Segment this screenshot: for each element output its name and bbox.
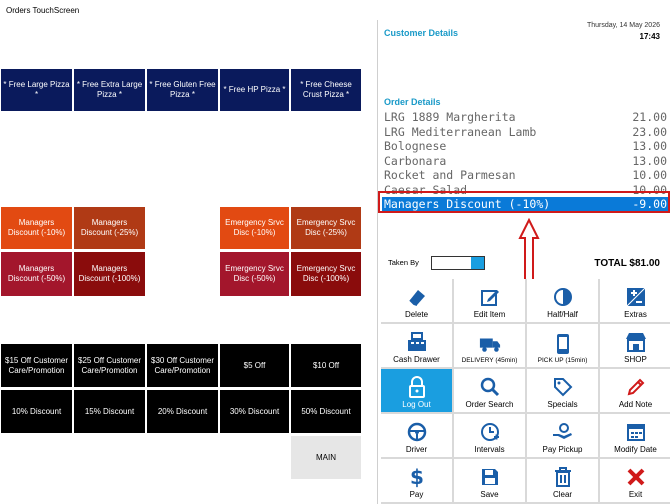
delivery-button[interactable]: DELIVERY (45min) (454, 324, 525, 367)
eraser-icon (406, 286, 428, 308)
cash-register-icon (406, 331, 428, 353)
10-percent-discount-button[interactable]: 10% Discount (0, 389, 73, 434)
free-large-pizza-button[interactable]: * Free Large Pizza * (0, 68, 73, 112)
25-off-button[interactable]: $25 Off Customer Care/Promotion (73, 343, 146, 388)
free-extra-large-pizza-button[interactable]: * Free Extra Large Pizza * (73, 68, 146, 112)
left-panel: * Free Large Pizza * * Free Extra Large … (0, 20, 375, 504)
customer-details-title: Customer Details (384, 28, 459, 38)
phone-icon (552, 333, 574, 355)
pay-pickup-button[interactable]: Pay Pickup (527, 414, 598, 457)
managers-discount-25-button[interactable]: Managers Discount (-25%) (73, 206, 146, 250)
order-row[interactable]: LRG 1889 Margherita 21.00 (382, 110, 669, 125)
50-percent-discount-button[interactable]: 50% Discount (290, 389, 362, 434)
order-row[interactable]: LRG Mediterranean Lamb 23.00 (382, 125, 669, 140)
managers-discount-50-button[interactable]: Managers Discount (-50%) (0, 251, 73, 297)
save-icon (479, 466, 501, 488)
hand-coin-icon (552, 421, 574, 443)
order-row[interactable]: Bolognese 13.00 (382, 139, 669, 154)
pencil-icon (625, 376, 647, 398)
truck-icon (479, 333, 501, 355)
add-note-button[interactable]: Add Note (600, 369, 670, 412)
time-label: 17:43 (639, 32, 660, 41)
edit-item-button[interactable]: Edit Item (454, 279, 525, 322)
pick-up-button[interactable]: PICK UP (15min) (527, 324, 598, 367)
close-icon (625, 466, 647, 488)
free-hp-pizza-button[interactable]: * Free HP Pizza * (219, 68, 290, 112)
steering-wheel-icon (406, 421, 428, 443)
clock-plus-icon (479, 421, 501, 443)
order-total: TOTAL $81.00 (594, 258, 660, 269)
modify-date-button[interactable]: Modify Date (600, 414, 670, 457)
managers-discount-100-button[interactable]: Managers Discount (-100%) (73, 251, 146, 297)
plus-minus-icon (625, 286, 647, 308)
10-off-button[interactable]: $10 Off (290, 343, 362, 388)
main-button[interactable]: MAIN (290, 435, 362, 480)
clear-button[interactable]: Clear (527, 459, 598, 502)
30-off-button[interactable]: $30 Off Customer Care/Promotion (146, 343, 219, 388)
taken-by-select[interactable] (431, 256, 485, 270)
log-out-button[interactable]: Log Out (381, 369, 452, 412)
trash-icon (552, 466, 574, 488)
action-grid: Delete Edit Item Half/Half Extras Cash D… (381, 279, 670, 504)
window-title: Orders TouchScreen (0, 0, 670, 20)
free-gluten-free-pizza-button[interactable]: * Free Gluten Free Pizza * (146, 68, 219, 112)
half-half-button[interactable]: Half/Half (527, 279, 598, 322)
half-circle-icon (552, 286, 574, 308)
dollar-icon: $ (406, 466, 428, 488)
free-cheese-crust-pizza-button[interactable]: * Free Cheese Crust Pizza * (290, 68, 362, 112)
dropdown-button[interactable] (471, 257, 484, 269)
20-percent-discount-button[interactable]: 20% Discount (146, 389, 219, 434)
order-row[interactable]: Carbonara 13.00 (382, 154, 669, 169)
lock-icon (406, 376, 428, 398)
date-label: Thursday, 14 May 2026 (586, 22, 660, 29)
5-off-button[interactable]: $5 Off (219, 343, 290, 388)
cash-drawer-button[interactable]: Cash Drawer (381, 324, 452, 367)
edit-icon (479, 286, 501, 308)
emergency-disc-25-button[interactable]: Emergency Srvc Disc (-25%) (290, 206, 362, 250)
extras-button[interactable]: Extras (600, 279, 670, 322)
exit-button[interactable]: Exit (600, 459, 670, 502)
shop-icon (625, 331, 647, 353)
15-off-button[interactable]: $15 Off Customer Care/Promotion (0, 343, 73, 388)
delete-button[interactable]: Delete (381, 279, 452, 322)
specials-button[interactable]: Specials (527, 369, 598, 412)
order-search-button[interactable]: Order Search (454, 369, 525, 412)
tag-icon (552, 376, 574, 398)
managers-discount-10-button[interactable]: Managers Discount (-10%) (0, 206, 73, 250)
svg-text:$: $ (410, 466, 424, 488)
emergency-disc-50-button[interactable]: Emergency Srvc Disc (-50%) (219, 251, 290, 297)
driver-button[interactable]: Driver (381, 414, 452, 457)
right-panel: Thursday, 14 May 2026 17:43 Customer Det… (377, 20, 670, 504)
emergency-disc-10-button[interactable]: Emergency Srvc Disc (-10%) (219, 206, 290, 250)
taken-by-label: Taken By (388, 258, 419, 267)
search-icon (479, 376, 501, 398)
emergency-disc-100-button[interactable]: Emergency Srvc Disc (-100%) (290, 251, 362, 297)
pay-button[interactable]: $ Pay (381, 459, 452, 502)
selection-highlight-box (378, 191, 670, 213)
save-button[interactable]: Save (454, 459, 525, 502)
calendar-icon (625, 421, 647, 443)
15-percent-discount-button[interactable]: 15% Discount (73, 389, 146, 434)
order-details-title: Order Details (384, 97, 441, 107)
intervals-button[interactable]: Intervals (454, 414, 525, 457)
30-percent-discount-button[interactable]: 30% Discount (219, 389, 290, 434)
order-row[interactable]: Rocket and Parmesan 10.00 (382, 168, 669, 183)
shop-button[interactable]: SHOP (600, 324, 670, 367)
